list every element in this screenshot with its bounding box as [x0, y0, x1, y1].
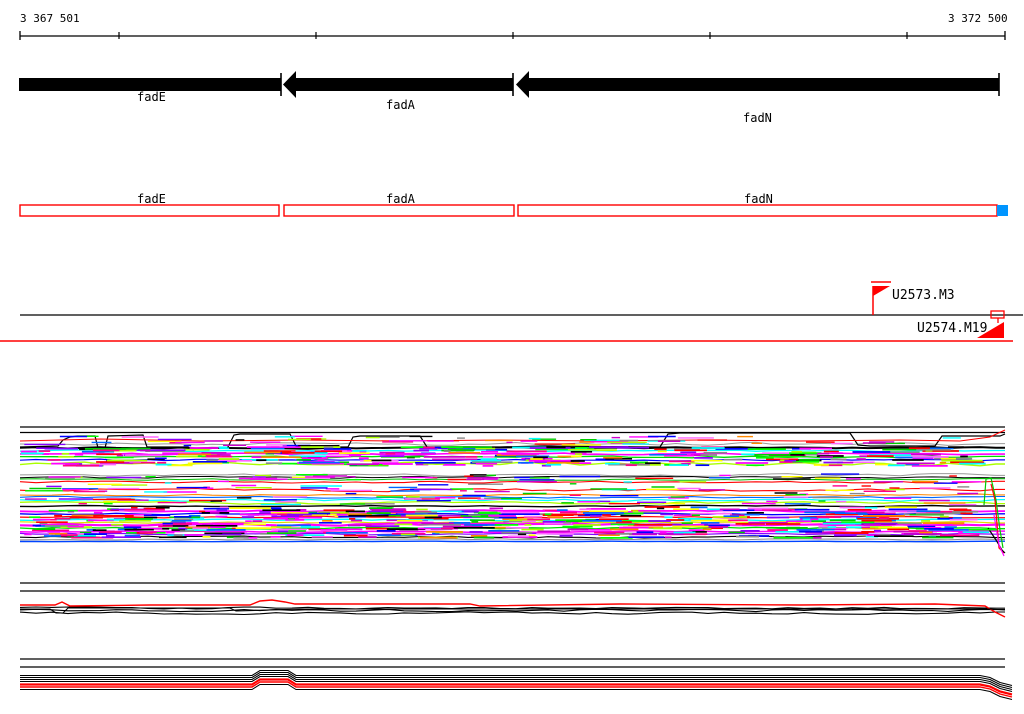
browser-canvas: [0, 31, 1023, 700]
box-label-fadN: fadN: [744, 192, 773, 206]
gene-bar-fadN[interactable]: [528, 78, 999, 91]
panel0-series-28: [20, 540, 1005, 543]
panel0-series-12: [19, 493, 1005, 497]
box-label-fadA: fadA: [386, 192, 415, 206]
outline-box-fadN[interactable]: [517, 204, 998, 217]
gene-label-fadN: fadN: [743, 111, 772, 125]
box-label-fadE: fadE: [137, 192, 166, 206]
outline-box-fadA[interactable]: [283, 204, 515, 217]
flag-label-u2574-m19: U2574.M19: [917, 321, 988, 336]
ruler-end-coordinate: 3 372 500: [948, 12, 1008, 25]
gene-label-fadA: fadA: [386, 98, 415, 112]
gene-arrowhead-fadA[interactable]: [283, 71, 296, 98]
panel0-series-11: [19, 487, 1005, 493]
gene-arrowhead-fadN[interactable]: [516, 71, 529, 98]
gene-bar-fadA[interactable]: [295, 78, 513, 91]
genome-browser-view: 3 367 501 3 372 500 fadE fadA fadN fadE …: [0, 0, 1024, 714]
outline-box-fadE[interactable]: [19, 204, 280, 217]
ruler-start-coordinate: 3 367 501: [20, 12, 80, 25]
panel0-series-27: [19, 538, 1005, 541]
panel0-series-8: [19, 475, 1005, 479]
panel0-series-14: [19, 498, 1005, 503]
panel0-series-16: [19, 504, 1005, 508]
gene-label-fadE: fadE: [137, 90, 166, 104]
panel1-series-2: [19, 611, 1005, 616]
flag-triangle-u2573[interactable]: [873, 286, 890, 296]
blue-segment-box[interactable]: [997, 205, 1008, 216]
panel1-series-1: [19, 608, 1005, 613]
flag-label-u2573-m3: U2573.M3: [892, 288, 955, 303]
